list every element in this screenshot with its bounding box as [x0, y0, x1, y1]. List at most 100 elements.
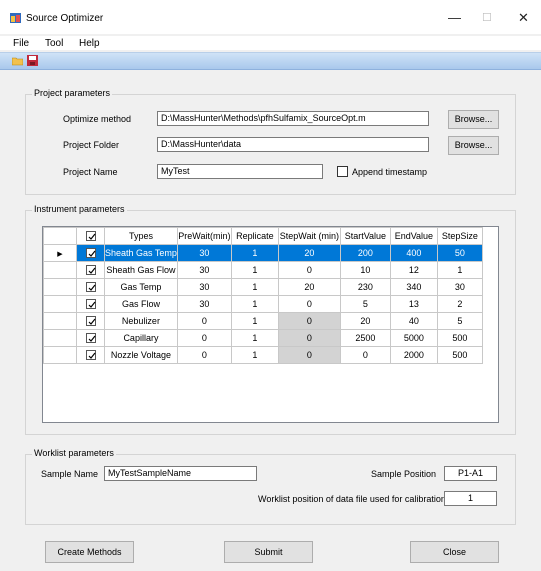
cell-startvalue[interactable]: 200 [339, 244, 391, 262]
cell-endvalue[interactable]: 12 [389, 261, 438, 279]
col-startvalue[interactable]: StartValue [339, 227, 391, 245]
cell-prewait[interactable]: 30 [176, 295, 232, 313]
append-timestamp-checkbox[interactable] [337, 166, 348, 177]
cell-startvalue[interactable]: 10 [339, 261, 391, 279]
open-folder-icon[interactable] [12, 55, 23, 66]
cell-replicate[interactable]: 1 [230, 312, 279, 330]
cell-stepsize[interactable]: 1 [436, 261, 483, 279]
col-prewait[interactable]: PreWait(min) [176, 227, 232, 245]
close-window-button[interactable]: ✕ [518, 10, 529, 26]
cell-stepsize[interactable]: 30 [436, 278, 483, 296]
project-name-field[interactable]: MyTest [157, 164, 323, 179]
minimize-button[interactable]: — [448, 10, 461, 25]
row-header[interactable] [43, 278, 77, 296]
cell-endvalue[interactable]: 5000 [389, 329, 438, 347]
row-enable-checkbox[interactable] [85, 282, 96, 293]
cell-stepwait[interactable]: 20 [277, 278, 341, 296]
row-enable-checkbox[interactable] [85, 248, 96, 259]
cell-types[interactable]: Sheath Gas Flow [104, 261, 178, 279]
col-replicate[interactable]: Replicate [230, 227, 279, 245]
save-icon[interactable] [27, 55, 38, 66]
cell-replicate[interactable]: 1 [230, 329, 279, 347]
cell-startvalue[interactable]: 5 [339, 295, 391, 313]
sample-position-field[interactable]: P1-A1 [444, 466, 497, 481]
cell-stepwait[interactable]: 0 [277, 312, 341, 330]
row-header[interactable]: ▶ [43, 244, 77, 262]
table-row[interactable]: Nebulizer 0 1 0 20 40 5 [43, 312, 483, 330]
cell-replicate[interactable]: 1 [230, 278, 279, 296]
row-enable-checkbox[interactable] [85, 350, 96, 361]
cell-prewait[interactable]: 0 [176, 346, 232, 364]
cell-replicate[interactable]: 1 [230, 261, 279, 279]
parameters-grid[interactable]: Types PreWait(min) Replicate StepWait (m… [42, 226, 499, 423]
browse-folder-button[interactable]: Browse... [448, 136, 499, 155]
cell-replicate[interactable]: 1 [230, 295, 279, 313]
col-stepsize[interactable]: StepSize [436, 227, 483, 245]
cell-types[interactable]: Capillary [104, 329, 178, 347]
cell-types[interactable]: Nebulizer [104, 312, 178, 330]
row-header[interactable] [43, 295, 77, 313]
row-enable-cell[interactable] [76, 312, 105, 330]
row-enable-checkbox[interactable] [85, 299, 96, 310]
select-all-checkbox[interactable] [85, 231, 96, 242]
cell-stepwait[interactable]: 0 [277, 329, 341, 347]
row-enable-cell[interactable] [76, 244, 105, 262]
row-enable-cell[interactable] [76, 346, 105, 364]
cell-types[interactable]: Gas Flow [104, 295, 178, 313]
cell-startvalue[interactable]: 0 [339, 346, 391, 364]
browse-method-button[interactable]: Browse... [448, 110, 499, 129]
maximize-button[interactable]: ☐ [482, 11, 492, 24]
cell-startvalue[interactable]: 20 [339, 312, 391, 330]
col-types[interactable]: Types [104, 227, 178, 245]
cell-endvalue[interactable]: 2000 [389, 346, 438, 364]
row-enable-cell[interactable] [76, 329, 105, 347]
cell-stepwait[interactable]: 0 [277, 261, 341, 279]
cell-endvalue[interactable]: 400 [389, 244, 438, 262]
table-row[interactable]: ▶ Sheath Gas Temp 30 1 20 200 400 50 [43, 244, 483, 262]
cell-stepsize[interactable]: 500 [436, 346, 483, 364]
cell-replicate[interactable]: 1 [230, 346, 279, 364]
cell-types[interactable]: Gas Temp [104, 278, 178, 296]
cell-types[interactable]: Nozzle Voltage [104, 346, 178, 364]
cell-stepsize[interactable]: 2 [436, 295, 483, 313]
cell-stepsize[interactable]: 5 [436, 312, 483, 330]
table-row[interactable]: Gas Temp 30 1 20 230 340 30 [43, 278, 483, 296]
table-row[interactable]: Nozzle Voltage 0 1 0 0 2000 500 [43, 346, 483, 364]
cell-endvalue[interactable]: 40 [389, 312, 438, 330]
cell-replicate[interactable]: 1 [230, 244, 279, 262]
select-all-header[interactable] [76, 227, 105, 245]
sample-name-field[interactable]: MyTestSampleName [104, 466, 257, 481]
calibration-position-field[interactable]: 1 [444, 491, 497, 506]
col-endvalue[interactable]: EndValue [389, 227, 438, 245]
cell-stepwait[interactable]: 0 [277, 346, 341, 364]
cell-prewait[interactable]: 0 [176, 312, 232, 330]
row-header[interactable] [43, 312, 77, 330]
cell-stepsize[interactable]: 500 [436, 329, 483, 347]
row-enable-cell[interactable] [76, 295, 105, 313]
table-row[interactable]: Capillary 0 1 0 2500 5000 500 [43, 329, 483, 347]
row-enable-cell[interactable] [76, 261, 105, 279]
cell-endvalue[interactable]: 13 [389, 295, 438, 313]
row-header[interactable] [43, 329, 77, 347]
row-enable-checkbox[interactable] [85, 333, 96, 344]
project-folder-field[interactable]: D:\MassHunter\data [157, 137, 429, 152]
table-row[interactable]: Gas Flow 30 1 0 5 13 2 [43, 295, 483, 313]
create-methods-button[interactable]: Create Methods [45, 541, 134, 563]
optimize-method-field[interactable]: D:\MassHunter\Methods\pfhSulfamix_Source… [157, 111, 429, 126]
cell-prewait[interactable]: 30 [176, 278, 232, 296]
submit-button[interactable]: Submit [224, 541, 313, 563]
cell-prewait[interactable]: 30 [176, 261, 232, 279]
row-enable-checkbox[interactable] [85, 265, 96, 276]
table-row[interactable]: Sheath Gas Flow 30 1 0 10 12 1 [43, 261, 483, 279]
close-button[interactable]: Close [410, 541, 499, 563]
cell-prewait[interactable]: 30 [176, 244, 232, 262]
cell-startvalue[interactable]: 2500 [339, 329, 391, 347]
col-stepwait[interactable]: StepWait (min) [277, 227, 341, 245]
row-enable-checkbox[interactable] [85, 316, 96, 327]
row-header[interactable] [43, 346, 77, 364]
cell-stepwait[interactable]: 20 [277, 244, 341, 262]
cell-types[interactable]: Sheath Gas Temp [104, 244, 178, 262]
cell-stepwait[interactable]: 0 [277, 295, 341, 313]
row-enable-cell[interactable] [76, 278, 105, 296]
cell-prewait[interactable]: 0 [176, 329, 232, 347]
